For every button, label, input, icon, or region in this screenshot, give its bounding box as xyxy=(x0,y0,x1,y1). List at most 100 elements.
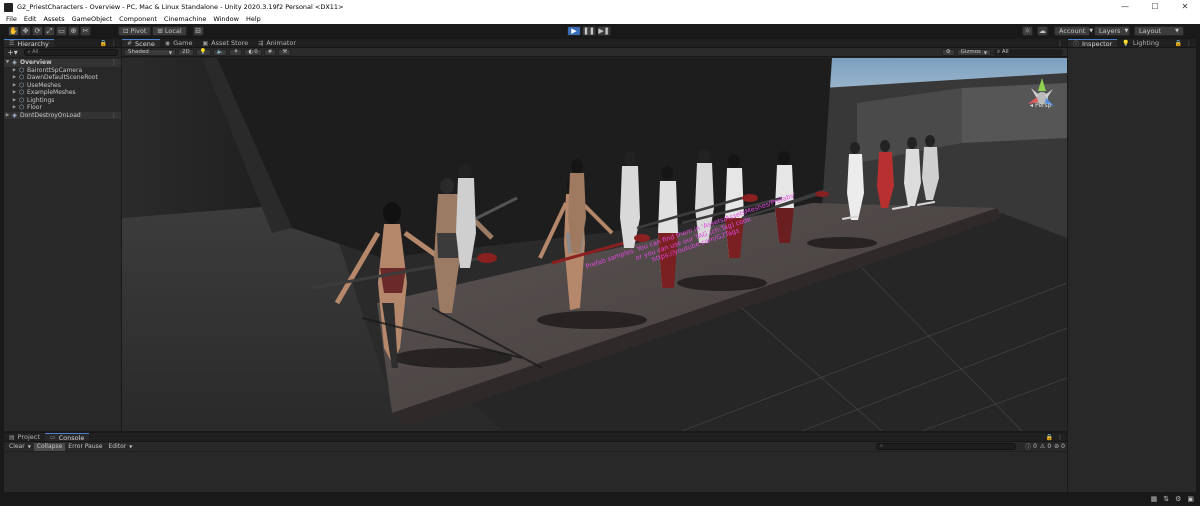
account-dropdown[interactable]: Account ▼ xyxy=(1054,26,1093,36)
local-toggle[interactable]: ⊞ Local xyxy=(152,26,187,36)
tab-console[interactable]: ▭ Console xyxy=(44,433,90,442)
tree-label: Floor xyxy=(27,104,42,112)
chevron-right-icon[interactable]: ▶ xyxy=(11,68,18,73)
tab-label: Asset Store xyxy=(211,39,249,47)
info-count-toggle[interactable]: ⓘ 0 xyxy=(1025,442,1037,451)
hand-tool-icon[interactable]: ✋ xyxy=(8,26,19,36)
progress-spinner-icon[interactable]: ▦ xyxy=(1151,495,1158,503)
hierarchy-search-input[interactable]: ⌕ All xyxy=(23,49,118,56)
close-button[interactable]: ✕ xyxy=(1170,0,1200,14)
effects-toggle-icon[interactable]: ⚘ xyxy=(229,48,243,56)
kebab-menu-icon[interactable]: ⋮ xyxy=(1186,40,1192,47)
editor-dropdown[interactable]: Editor ▼ xyxy=(105,443,135,451)
2d-toggle[interactable]: 2D xyxy=(178,48,194,56)
play-button[interactable]: ▶ xyxy=(567,26,581,36)
shading-mode-dropdown[interactable]: Shaded ▼ xyxy=(124,48,176,56)
menu-file[interactable]: File xyxy=(6,15,17,23)
menu-gameobject[interactable]: GameObject xyxy=(72,15,113,23)
hidden-objects-icon[interactable]: ◐ 0 xyxy=(244,48,262,56)
pivot-toggle[interactable]: ⊡ Pivot xyxy=(118,26,152,36)
custom-tool-icon[interactable]: ✂ xyxy=(80,26,91,36)
lighting-toggle-icon[interactable]: 💡 xyxy=(195,48,211,56)
kebab-menu-icon[interactable]: ⋮ xyxy=(1057,40,1063,47)
console-search-input[interactable]: ⌕ xyxy=(876,443,1017,450)
scene-viewport[interactable]: Prefab samples. You can find them in 'As… xyxy=(122,58,1067,431)
chevron-right-icon[interactable]: ▶ xyxy=(11,75,18,80)
gizmos-dropdown[interactable]: Gizmos ▼ xyxy=(956,48,991,56)
audio-toggle-icon[interactable]: 🔈 xyxy=(212,48,228,56)
rotate-tool-icon[interactable]: ⟳ xyxy=(32,26,43,36)
chevron-right-icon[interactable]: ▶ xyxy=(4,113,11,118)
error-pause-toggle[interactable]: Error Pause xyxy=(65,443,105,451)
grid-toggle-icon[interactable]: # xyxy=(263,48,277,56)
projection-label[interactable]: ◂ Persp xyxy=(1030,102,1051,109)
tree-row-overview[interactable]: ▼ ◈ Overview ⋮ xyxy=(4,59,121,67)
tree-row-dontdestroyonload[interactable]: ▶ ◈ DontDestroyOnLoad ⋮ xyxy=(4,111,121,119)
menu-edit[interactable]: Edit xyxy=(24,15,37,23)
tree-label: ExampleMeshes xyxy=(27,89,76,97)
tab-inspector[interactable]: ⓘ Inspector xyxy=(1068,39,1118,48)
kebab-menu-icon[interactable]: ⋮ xyxy=(111,112,121,119)
menu-cinemachine[interactable]: Cinemachine xyxy=(164,15,206,23)
chevron-down-icon[interactable]: ▼ xyxy=(4,60,11,65)
scale-tool-icon[interactable]: ⤢ xyxy=(44,26,55,36)
menu-help[interactable]: Help xyxy=(246,15,261,23)
chevron-down-icon: ▼ xyxy=(129,444,133,449)
scene-grid-icon: # xyxy=(127,40,133,47)
notification-icon[interactable]: ▣ xyxy=(1187,495,1194,503)
scene-search-input[interactable]: ⌕ All xyxy=(993,48,1063,56)
tab-asset-store[interactable]: ▣ Asset Store xyxy=(197,39,253,47)
tree-row[interactable]: ▶ ⬡ DawnDefaultSceneRoot xyxy=(4,74,121,82)
tab-animator[interactable]: ⇶ Animator xyxy=(253,39,301,47)
step-button[interactable]: ▶❚ xyxy=(597,26,611,36)
layout-dropdown[interactable]: Layout ▼ xyxy=(1134,26,1184,36)
tree-row[interactable]: ▶ ⬡ BaironttSpCamera xyxy=(4,67,121,75)
lock-icon[interactable]: 🔒 xyxy=(1046,434,1053,441)
menu-window[interactable]: Window xyxy=(213,15,239,23)
pause-button[interactable]: ❚❚ xyxy=(582,26,596,36)
tree-row[interactable]: ▶ ⬡ UseMeshes xyxy=(4,82,121,90)
tree-row[interactable]: ▶ ⬡ ExampleMeshes xyxy=(4,89,121,97)
move-tool-icon[interactable]: ✥ xyxy=(20,26,31,36)
cache-server-icon[interactable]: ⇅ xyxy=(1163,495,1169,503)
lock-icon[interactable]: 🔒 xyxy=(1175,40,1182,47)
chevron-right-icon[interactable]: ▶ xyxy=(11,105,18,110)
kebab-menu-icon[interactable]: ⋮ xyxy=(1057,434,1063,441)
chevron-right-icon[interactable]: ▶ xyxy=(11,90,18,95)
tab-lighting[interactable]: 💡 Lighting xyxy=(1117,39,1164,47)
error-count-toggle[interactable]: ⊘ 0 xyxy=(1054,443,1065,450)
cloud-icon[interactable]: ☁ xyxy=(1037,26,1048,36)
tree-row[interactable]: ▶ ⬡ Floor xyxy=(4,104,121,112)
tab-hierarchy[interactable]: ☰ Hierarchy xyxy=(4,39,54,48)
kebab-menu-icon[interactable]: ⋮ xyxy=(111,59,121,66)
chevron-right-icon[interactable]: ▶ xyxy=(11,83,18,88)
collapse-toggle[interactable]: Collapse xyxy=(33,442,66,451)
tab-game[interactable]: ◉ Game xyxy=(160,39,198,47)
info-icon: ⓘ xyxy=(1025,444,1032,451)
layers-dropdown[interactable]: Layers ▼ xyxy=(1094,26,1130,36)
minimize-button[interactable]: — xyxy=(1110,0,1140,14)
transform-tool-icon[interactable]: ⊕ xyxy=(68,26,79,36)
maximize-button[interactable]: ☐ xyxy=(1140,0,1170,14)
tools-dropdown-icon[interactable]: ⚒ xyxy=(278,48,292,56)
chevron-right-icon[interactable]: ▶ xyxy=(11,98,18,103)
kebab-menu-icon[interactable]: ⋮ xyxy=(111,40,117,47)
search-placeholder: All xyxy=(1001,49,1009,55)
menu-assets[interactable]: Assets xyxy=(43,15,64,23)
camera-settings-icon[interactable]: ⚙ xyxy=(941,48,955,56)
layout-label: Layout xyxy=(1139,27,1162,35)
tab-scene[interactable]: # Scene xyxy=(122,39,160,48)
menu-component[interactable]: Component xyxy=(119,15,157,23)
tab-project[interactable]: ▤ Project xyxy=(4,433,45,441)
snap-icon[interactable]: ⊟ xyxy=(192,26,204,36)
menu-bar: File Edit Assets GameObject Component Ci… xyxy=(0,14,1200,24)
warning-count-toggle[interactable]: ⚠ 0 xyxy=(1040,443,1051,450)
tree-row[interactable]: ▶ ⬡ Lightings xyxy=(4,97,121,105)
clear-button[interactable]: Clear ▼ xyxy=(6,443,34,451)
debug-mode-icon[interactable]: ⚙ xyxy=(1175,495,1181,503)
lock-icon[interactable]: 🔒 xyxy=(100,40,107,47)
add-object-button[interactable]: +▾ xyxy=(7,48,18,57)
rect-tool-icon[interactable]: ▭ xyxy=(56,26,67,36)
tab-label: Hierarchy xyxy=(17,39,49,48)
services-icon[interactable]: ☼ xyxy=(1022,26,1033,36)
